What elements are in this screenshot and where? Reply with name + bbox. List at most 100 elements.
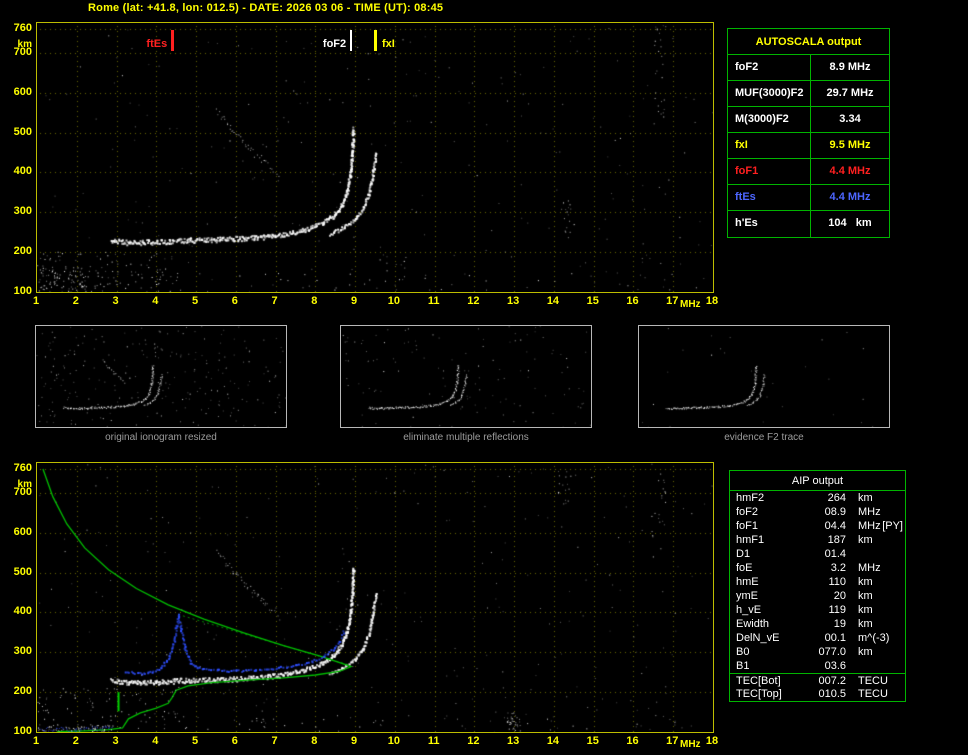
marker-label-ftEs: ftEs	[146, 38, 168, 50]
top-ionogram-canvas	[37, 23, 713, 292]
aip-param: D1	[736, 548, 751, 560]
top-xtick-6: 6	[231, 295, 238, 307]
aip-row-foE: foE 3.2 MHz	[730, 561, 905, 575]
marker-label-fxI: fxI	[382, 38, 395, 50]
bottom-x-axis-unit: MHz	[680, 739, 701, 750]
aip-value: 20	[833, 590, 846, 602]
aip-param: ymE	[736, 590, 758, 602]
top-xtick-4: 4	[152, 295, 159, 307]
page-title: Rome (lat: +41.8, lon: 012.5) - DATE: 20…	[88, 2, 444, 14]
aip-value: 077.0	[818, 646, 846, 658]
autoscala-row-foF2: foF2 8.9 MHz	[728, 55, 889, 81]
thumb2-canvas	[341, 326, 591, 427]
thumbnail-eliminate-reflections	[340, 325, 592, 428]
autoscala-param: M(3000)F2	[728, 107, 811, 132]
aip-param: B0	[736, 646, 750, 658]
autoscala-row-ftEs: ftEs 4.4 MHz	[728, 185, 889, 211]
top-xtick-16: 16	[626, 295, 639, 307]
aip-row-hmF1: hmF1 187 km	[730, 533, 905, 547]
marker-label-foF2: foF2	[322, 38, 347, 50]
autoscala-param: fxI	[728, 133, 811, 158]
autoscala-value: 8.9 MHz	[829, 61, 871, 73]
thumb3-caption: evidence F2 trace	[724, 432, 804, 443]
top-ionogram: ftEs foF2 fxI	[36, 22, 714, 293]
aip-value: 19	[833, 618, 846, 630]
bottom-xtick-10: 10	[387, 735, 400, 747]
top-xtick-8: 8	[311, 295, 318, 307]
aip-unit: MHz	[858, 520, 881, 532]
aip-row-D1: D1 01.4	[730, 547, 905, 561]
top-xtick-11: 11	[427, 295, 440, 307]
top-ytick-200: 200	[13, 245, 32, 258]
thumbnail-original-ionogram	[35, 325, 287, 428]
top-xtick-10: 10	[387, 295, 400, 307]
aip-value: 010.5	[818, 688, 846, 700]
bottom-xtick-11: 11	[427, 735, 440, 747]
aip-value: 007.2	[818, 675, 846, 687]
aip-value: 00.1	[824, 632, 846, 644]
autoscala-value: 4.4 MHz	[829, 191, 871, 203]
autoscala-row-MUF(3000)F2: MUF(3000)F2 29.7 MHz	[728, 81, 889, 107]
aip-table-title: AIP output	[730, 471, 905, 491]
bottom-ionogram	[36, 462, 714, 733]
aip-unit: TECU	[858, 688, 888, 700]
aip-row-B1: B1 03.6	[730, 659, 905, 673]
top-ytick-400: 400	[13, 165, 32, 178]
aip-param: hmF1	[736, 534, 765, 546]
top-ytick-600: 600	[13, 85, 32, 98]
autoscala-output-table: AUTOSCALA output foF2 8.9 MHz MUF(3000)F2 2…	[727, 28, 890, 238]
bottom-xtick-9: 9	[351, 735, 358, 747]
aip-param: TEC[Bot]	[736, 675, 781, 687]
top-xtick-2: 2	[72, 295, 79, 307]
bottom-ytick-600: 600	[13, 525, 32, 538]
autoscala-param: foF1	[728, 159, 811, 184]
aip-output-table: AIP output hmF2 264 km foF2 08.9 MHz foF1 04.4 M…	[729, 470, 906, 702]
aip-param: foF1	[736, 520, 759, 532]
thumb2-caption: eliminate multiple reflections	[403, 432, 529, 443]
autoscala-param: MUF(3000)F2	[728, 81, 811, 106]
marker-line-ftEs-icon	[171, 30, 175, 51]
aip-unit: km	[858, 604, 873, 616]
aip-unit	[846, 659, 858, 673]
bottom-xtick-7: 7	[271, 735, 278, 747]
aip-param: Ewidth	[736, 618, 770, 630]
aip-value: 04.4	[824, 520, 846, 532]
top-ytick-500: 500	[13, 125, 32, 138]
bottom-xtick-1: 1	[32, 735, 40, 747]
aip-unit: km	[858, 492, 873, 504]
aip-row-hmE: hmE 110 km	[730, 575, 905, 589]
bottom-ionogram-canvas	[37, 463, 713, 732]
aip-value: 264	[827, 492, 846, 504]
aip-value: 08.9	[824, 506, 846, 518]
top-xtick-9: 9	[351, 295, 358, 307]
top-xtick-3: 3	[112, 295, 119, 307]
aip-param: hmE	[736, 576, 759, 588]
aip-param: h_vE	[736, 604, 762, 616]
autoscala-table-title: AUTOSCALA output	[728, 29, 889, 55]
autoscala-row-M(3000)F2: M(3000)F2 3.34	[728, 107, 889, 133]
autoscala-param: foF2	[728, 55, 811, 80]
aip-unit: km	[858, 618, 873, 630]
top-xtick-5: 5	[191, 295, 199, 307]
bottom-xtick-3: 3	[112, 735, 119, 747]
aip-unit: km	[858, 576, 873, 588]
aip-unit: TECU	[858, 675, 888, 687]
autoscala-value: 104 km	[828, 217, 872, 229]
aip-unit: MHz	[858, 562, 881, 574]
marker-line-fxI-icon	[374, 30, 377, 51]
aip-row-foF1: foF1 04.4 MHz [PY]	[730, 519, 905, 533]
aip-row-hmF2: hmF2 264 km	[730, 491, 905, 505]
aip-unit: km	[858, 534, 873, 546]
bottom-xtick-12: 12	[467, 735, 480, 747]
bottom-xtick-8: 8	[311, 735, 318, 747]
aip-value: 110	[828, 576, 846, 588]
bottom-xtick-6: 6	[231, 735, 238, 747]
autoscala-value: 4.4 MHz	[829, 165, 871, 177]
top-xtick-1: 1	[32, 295, 40, 307]
aip-param: hmF2	[736, 492, 765, 504]
top-xtick-14: 14	[546, 295, 560, 307]
bottom-xtick-4: 4	[152, 735, 159, 747]
top-y-axis-unit: km	[17, 38, 32, 50]
bottom-xtick-13: 13	[507, 735, 520, 747]
aip-value: 01.4	[824, 548, 846, 560]
